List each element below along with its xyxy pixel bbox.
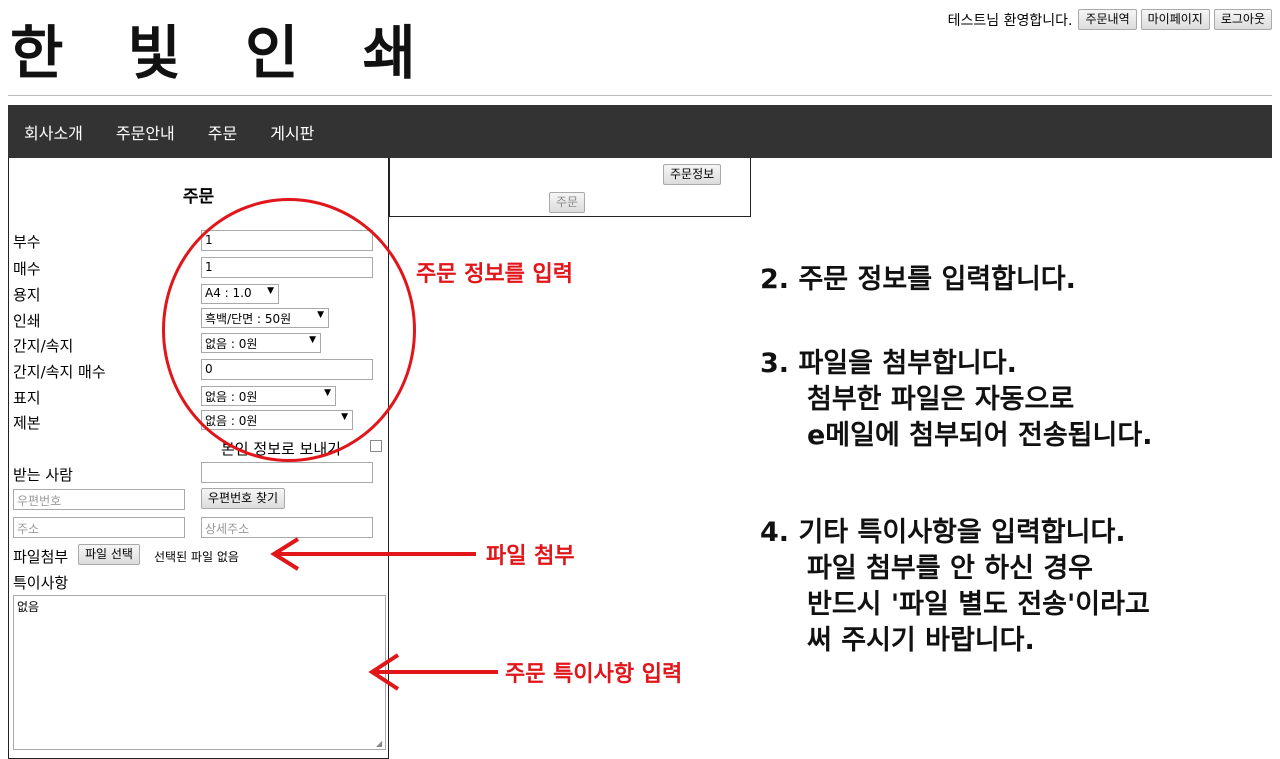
annotation-order-info: 주문 정보를 입력	[416, 261, 573, 287]
instruction-step2: 2. 주문 정보를 입력합니다.	[760, 262, 1076, 298]
notes-value: 없음	[17, 600, 40, 614]
step3-line2: 첨부한 파일은 자동으로	[807, 384, 1075, 415]
instruction-step3: 3. 파일을 첨부합니다. 첨부한 파일은 자동으로 e메일에 첨부되어 전송됩…	[760, 346, 1152, 454]
order-history-button[interactable]: 주문내역	[1078, 9, 1137, 30]
send-self-checkbox[interactable]	[370, 440, 382, 452]
find-postcode-button[interactable]: 우편번호 찾기	[201, 488, 286, 509]
recipient-label: 받는 사람	[13, 466, 73, 484]
paper-label: 용지	[13, 286, 41, 304]
sheets-label: 매수	[13, 260, 41, 278]
nav-item-board[interactable]: 게시판	[270, 120, 314, 144]
nav-item-about[interactable]: 회사소개	[24, 120, 83, 144]
insert-count-label: 간지/속지 매수	[13, 363, 106, 381]
step4-line3: 반드시 '파일 별도 전송'이라고	[807, 589, 1150, 620]
step2-text: 2. 주문 정보를 입력합니다.	[760, 264, 1076, 295]
address-input[interactable]: 주소	[13, 517, 185, 538]
copies-label: 부수	[13, 233, 41, 251]
arrow-left-icon	[270, 537, 476, 571]
instruction-step4: 4. 기타 특이사항을 입력합니다. 파일 첨부를 안 하신 경우 반드시 '파…	[760, 515, 1150, 659]
form-title: 주문	[182, 187, 215, 207]
step4-line2: 파일 첨부를 안 하신 경우	[807, 553, 1093, 584]
resize-handle-icon[interactable]: ◢	[376, 740, 384, 748]
step3-line3: e메일에 첨부되어 전송됩니다.	[807, 420, 1153, 451]
nav-item-order-guide[interactable]: 주문안내	[116, 120, 175, 144]
step3-line1: 3. 파일을 첨부합니다.	[760, 348, 1017, 379]
welcome-text: 테스트님 환영합니다.	[947, 12, 1073, 29]
annotation-notes: 주문 특이사항 입력	[505, 661, 683, 687]
address-detail-input[interactable]: 상세주소	[201, 517, 373, 538]
step4-line4: 써 주시기 바랍니다.	[807, 625, 1035, 656]
user-toolbar: 테스트님 환영합니다. 주문내역 마이페이지 로그아웃	[948, 9, 1272, 30]
arrow-left-icon	[368, 653, 498, 691]
choose-file-button[interactable]: 파일 선택	[78, 544, 140, 565]
highlight-ellipse	[162, 198, 416, 462]
nav-item-order[interactable]: 주문	[208, 120, 237, 144]
notes-label: 특이사항	[13, 574, 69, 592]
recipient-input[interactable]	[201, 462, 373, 483]
main-nav: 회사소개 주문안내 주문 게시판	[8, 105, 1272, 158]
print-label: 인쇄	[13, 312, 41, 330]
order-info-panel: 주문정보 주문	[389, 158, 751, 217]
header-divider	[8, 95, 1272, 96]
step4-line1: 4. 기타 특이사항을 입력합니다.	[760, 517, 1126, 548]
postcode-input[interactable]: 우편번호	[13, 489, 185, 510]
order-info-button[interactable]: 주문정보	[663, 164, 722, 185]
logout-button[interactable]: 로그아웃	[1213, 9, 1272, 30]
file-status: 선택된 파일 없음	[154, 550, 239, 564]
annotation-file-attach: 파일 첨부	[486, 543, 575, 569]
cover-label: 표지	[13, 389, 41, 407]
file-attach-label: 파일첨부	[13, 548, 69, 566]
site-logo[interactable]: 한 빛 인 쇄	[10, 6, 438, 90]
binding-label: 제본	[13, 414, 41, 432]
insert-label: 간지/속지	[13, 337, 74, 355]
notes-textarea[interactable]: 없음 ◢	[13, 595, 386, 750]
my-page-button[interactable]: 마이페이지	[1140, 9, 1210, 30]
order-submit-button[interactable]: 주문	[549, 192, 586, 213]
